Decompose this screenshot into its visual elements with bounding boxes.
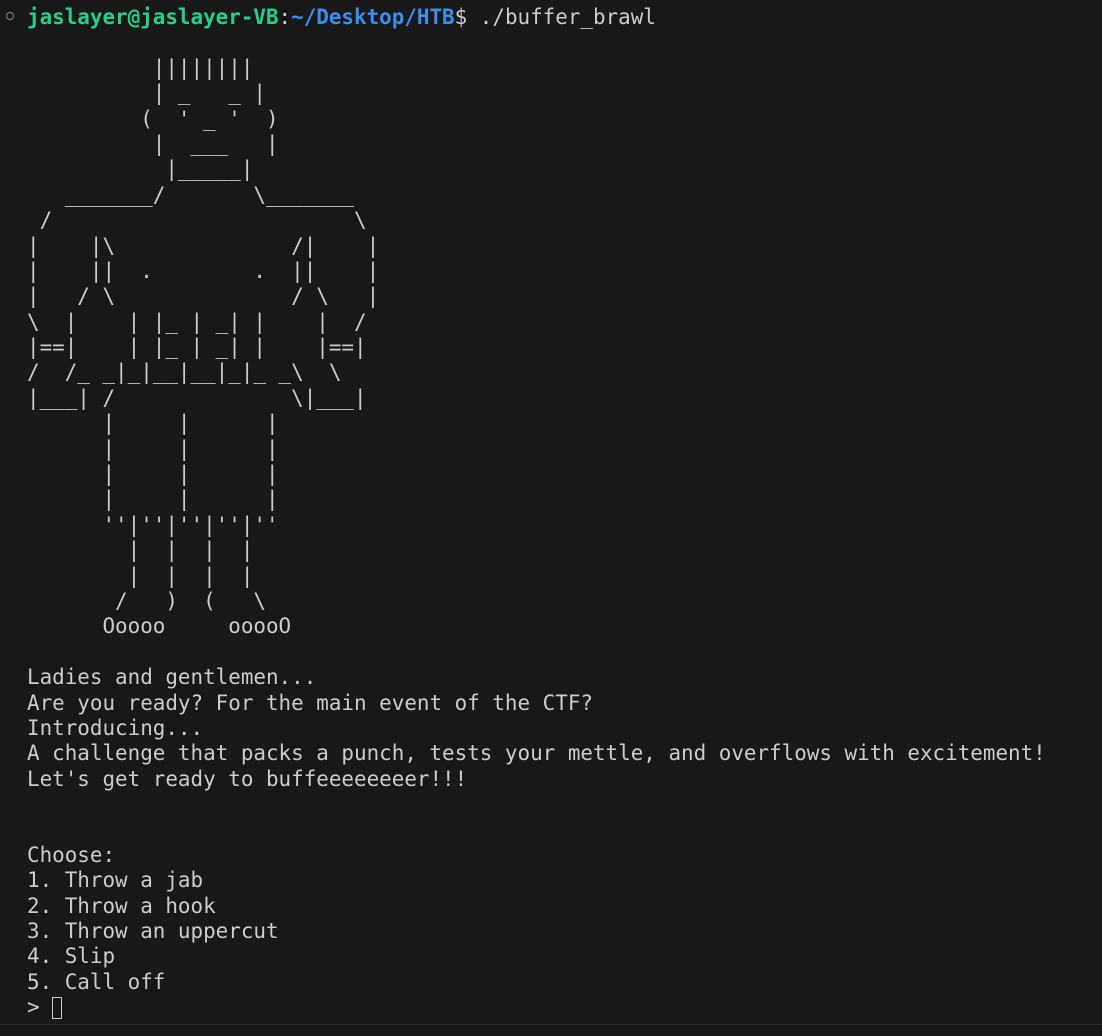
intro-line: Are you ready? For the main event of the…	[27, 690, 593, 715]
intro-text: Ladies and gentlemen... Are you ready? F…	[27, 665, 1102, 792]
ascii-art-line: | | |	[27, 411, 279, 436]
intro-line: Introducing...	[27, 715, 204, 740]
prompt-colon: :	[278, 5, 292, 29]
ascii-art-line: | ___ |	[27, 131, 279, 156]
menu-option-uppercut: 3. Throw an uppercut	[27, 919, 279, 944]
panel-divider	[0, 1024, 1102, 1025]
ascii-art-line: / \	[27, 208, 367, 233]
ascii-art-line: |_____|	[27, 157, 254, 182]
menu-option-slip: 4. Slip	[27, 944, 116, 969]
command-status-icon	[6, 12, 14, 20]
menu-option-hook: 2. Throw a hook	[27, 893, 216, 918]
intro-line: A challenge that packs a punch, tests yo…	[27, 741, 1046, 766]
prompt-symbol: $	[454, 5, 480, 29]
command-text: ./buffer_brawl	[479, 5, 656, 29]
ascii-art-line: | || . . || |	[27, 258, 380, 283]
terminal-window[interactable]: jaslayer@jaslayer-VB:~/Desktop/HTB$ ./bu…	[0, 0, 1102, 1036]
ascii-art-line: Ooooo ooooO	[27, 614, 292, 639]
ascii-art-line: |==| | |_ | _| | |==|	[27, 335, 367, 360]
ascii-boxer-art: |||||||| | _ _ | ( ' _ ' ) | ___ | |____…	[27, 56, 1102, 640]
ascii-art-line: |___| / \|___|	[27, 385, 367, 410]
ascii-art-line: | |\ /| |	[27, 233, 380, 258]
ascii-art-line: | / \ / \ |	[27, 284, 380, 309]
ascii-art-line: / /_ _|_|__|__|_|_ _\ \	[27, 360, 342, 385]
text-cursor[interactable]	[51, 997, 62, 1020]
ascii-art-line: | | |	[27, 462, 279, 487]
ascii-art-line: ||||||||	[27, 55, 254, 80]
ascii-art-line: | | |	[27, 487, 279, 512]
ascii-art-line: | _ _ |	[27, 81, 266, 106]
menu-heading: Choose:	[27, 842, 116, 867]
intro-line: Ladies and gentlemen...	[27, 665, 317, 690]
ascii-art-line: \ | | |_ | _| | | /	[27, 309, 367, 334]
ascii-art-line: | | | |	[27, 538, 254, 563]
ascii-art-line: ''|''|''|''|''	[27, 512, 279, 537]
input-prompt: >	[27, 995, 40, 1020]
input-line[interactable]: >	[27, 995, 1102, 1020]
ascii-art-line: | | |	[27, 436, 279, 461]
menu-option-jab: 1. Throw a jab	[27, 868, 204, 893]
intro-line: Let's get ready to buffeeeeeeeer!!!	[27, 766, 468, 791]
command-line: jaslayer@jaslayer-VB:~/Desktop/HTB$ ./bu…	[27, 5, 1102, 30]
prompt-path: ~/Desktop/HTB	[291, 5, 455, 29]
menu: Choose: 1. Throw a jab 2. Throw a hook 3…	[27, 843, 1102, 1021]
prompt-user-host: jaslayer@jaslayer-VB	[27, 5, 279, 29]
ascii-art-line: _______/ \_______	[27, 182, 355, 207]
ascii-art-line: ( ' _ ' )	[27, 106, 279, 131]
ascii-art-line: | | | |	[27, 563, 254, 588]
ascii-art-line: / ) ( \	[27, 588, 266, 613]
menu-option-call-off: 5. Call off	[27, 969, 166, 994]
